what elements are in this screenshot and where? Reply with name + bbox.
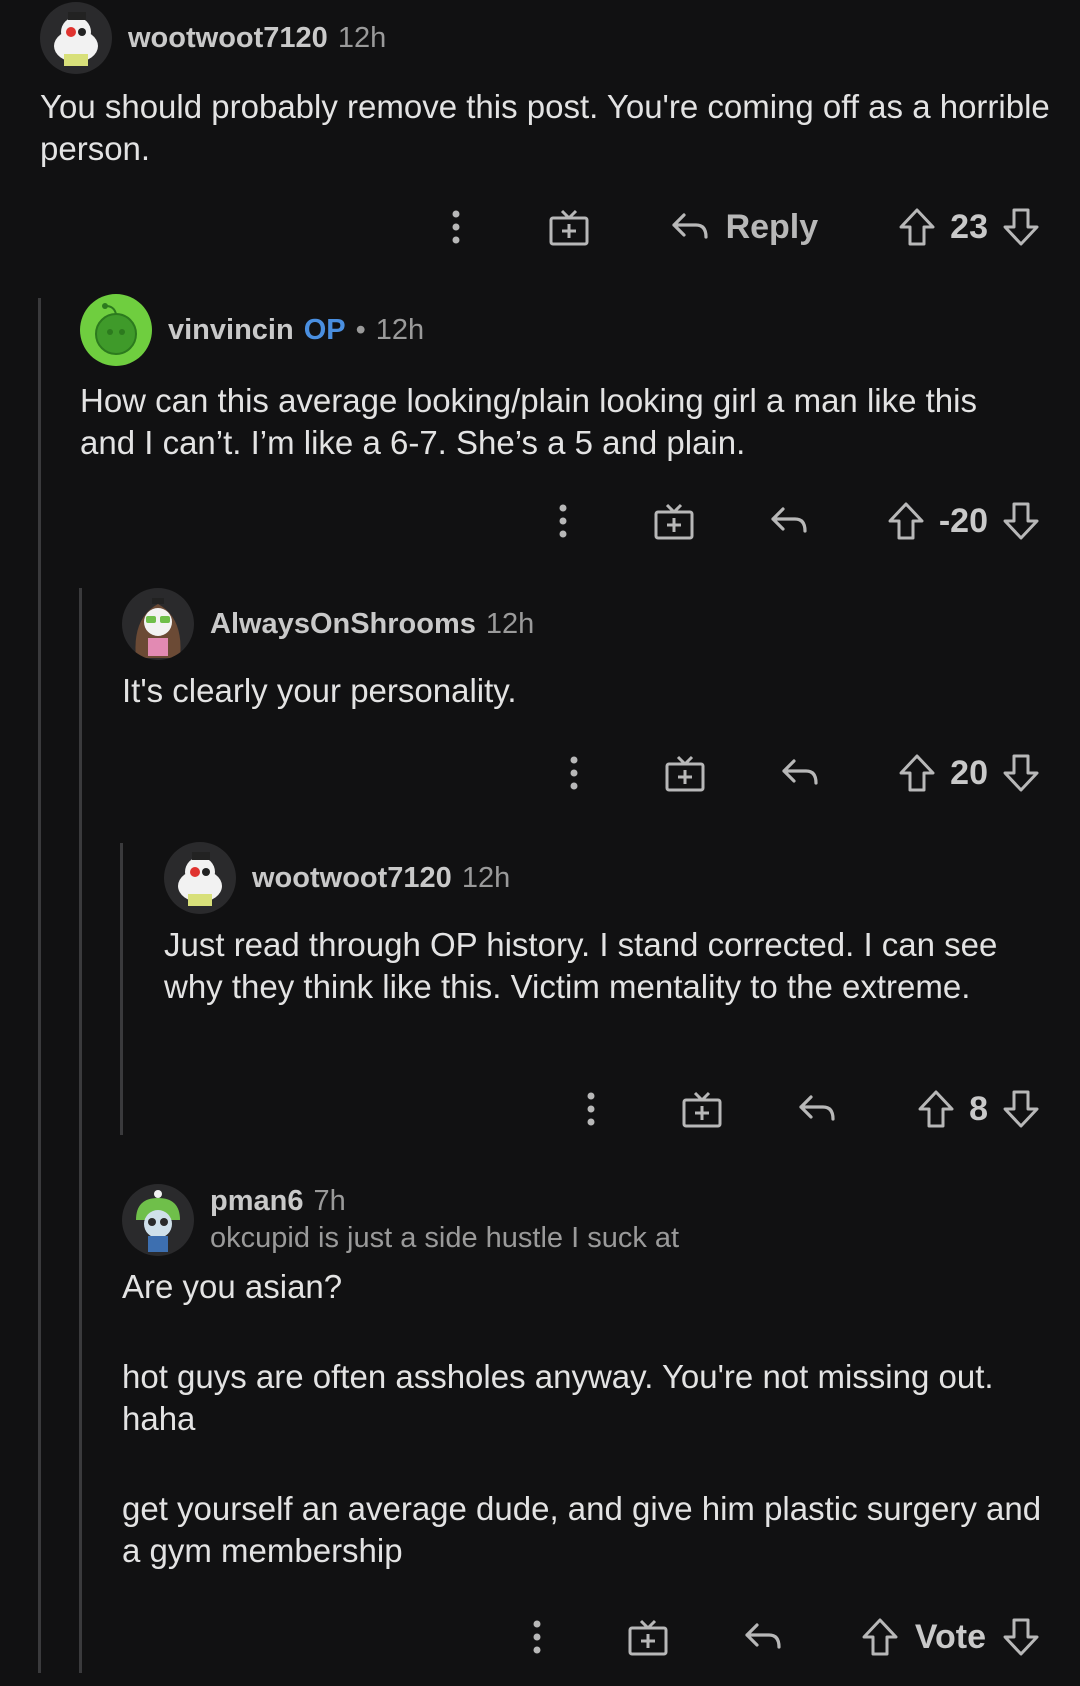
more-options-icon[interactable] xyxy=(553,503,573,539)
downvote-arrow-icon xyxy=(1003,502,1039,540)
upvote-button[interactable] xyxy=(861,1617,899,1657)
comment-actions: Reply 23 xyxy=(446,202,1040,252)
upvote-button[interactable] xyxy=(898,753,936,793)
upvote-arrow-icon xyxy=(899,208,935,246)
comment-body: How can this average looking/plain looki… xyxy=(80,380,1040,464)
reply-arrow-icon[interactable] xyxy=(743,1621,783,1653)
downvote-arrow-icon xyxy=(1003,754,1039,792)
reply-arrow-icon xyxy=(671,213,708,239)
username[interactable]: AlwaysOnShrooms xyxy=(210,608,476,641)
comment-paragraph: hot guys are often assholes anyway. You'… xyxy=(122,1358,994,1437)
upvote-arrow-icon xyxy=(888,502,924,540)
comment-wootwoot7120-reply: wootwoot7120 12h Just read through OP hi… xyxy=(164,842,1044,1008)
user-avatar[interactable] xyxy=(122,588,194,660)
award-gift-icon[interactable] xyxy=(627,1618,669,1656)
vote-score: -20 xyxy=(938,501,988,540)
award-gift-icon[interactable] xyxy=(653,502,695,540)
comment-paragraph: You should probably remove this post. Yo… xyxy=(40,88,1050,167)
reply-button[interactable]: Reply xyxy=(670,207,819,247)
reply-arrow-icon[interactable] xyxy=(769,505,809,537)
username[interactable]: vinvincin xyxy=(168,314,294,347)
reply-arrow-icon[interactable] xyxy=(780,757,820,789)
upvote-arrow-icon xyxy=(899,754,935,792)
downvote-button[interactable] xyxy=(1002,1617,1040,1657)
downvote-arrow-icon xyxy=(1003,208,1039,246)
timestamp: 12h xyxy=(485,607,535,640)
vote-score: 20 xyxy=(950,753,988,792)
comment-paragraph: Just read through OP history. I stand co… xyxy=(164,926,998,1005)
downvote-arrow-icon xyxy=(1003,1090,1039,1128)
comment-actions: -20 xyxy=(553,496,1040,546)
user-avatar[interactable] xyxy=(122,1184,194,1256)
username[interactable]: wootwoot7120 xyxy=(128,22,328,55)
thread-line-level3[interactable] xyxy=(120,843,123,1135)
more-options-icon[interactable] xyxy=(581,1091,601,1127)
thread-line-level2[interactable] xyxy=(79,588,82,1673)
timestamp: 12h xyxy=(461,861,511,894)
reply-arrow-icon[interactable] xyxy=(797,1093,837,1125)
downvote-arrow-icon xyxy=(1003,1618,1039,1656)
user-avatar[interactable] xyxy=(40,2,112,74)
timestamp: 12h xyxy=(375,313,425,346)
user-flair: okcupid is just a side hustle I suck at xyxy=(210,1222,680,1254)
upvote-button[interactable] xyxy=(898,207,936,247)
reply-label: Reply xyxy=(725,207,819,246)
comment-pman6: pman6 7h okcupid is just a side hustle I… xyxy=(122,1184,1062,1572)
award-gift-icon[interactable] xyxy=(664,754,706,792)
user-avatar[interactable] xyxy=(164,842,236,914)
comment-paragraph: get yourself an average dude, and give h… xyxy=(122,1490,1042,1569)
comment-actions: 8 xyxy=(581,1084,1040,1134)
upvote-button[interactable] xyxy=(917,1089,955,1129)
vote-score: 8 xyxy=(969,1089,988,1128)
downvote-button[interactable] xyxy=(1002,1089,1040,1129)
downvote-button[interactable] xyxy=(1002,753,1040,793)
downvote-button[interactable] xyxy=(1002,207,1040,247)
comment-paragraph: How can this average looking/plain looki… xyxy=(80,382,977,461)
comment-actions: 20 xyxy=(564,748,1040,798)
award-gift-icon[interactable] xyxy=(681,1090,723,1128)
more-options-icon[interactable] xyxy=(564,755,584,791)
more-options-icon[interactable] xyxy=(446,209,466,245)
comment-body: Just read through OP history. I stand co… xyxy=(164,924,1044,1008)
comment-body: Are you asian? hot guys are often asshol… xyxy=(122,1266,1062,1572)
comment-paragraph: Are you asian? xyxy=(122,1268,343,1305)
op-badge: OP xyxy=(303,313,346,346)
comment-body: You should probably remove this post. Yo… xyxy=(40,86,1050,170)
comment-thread: wootwoot7120 12h You should probably rem… xyxy=(0,0,1080,1686)
comment-wootwoot7120-top: wootwoot7120 12h You should probably rem… xyxy=(40,0,1050,170)
award-gift-icon[interactable] xyxy=(548,208,590,246)
vote-score: 23 xyxy=(950,207,988,246)
comment-actions: Vote xyxy=(527,1612,1040,1662)
comment-body: It's clearly your personality. xyxy=(122,670,1042,712)
comment-vinvincin: vinvincin OP • 12h How can this average … xyxy=(80,294,1040,464)
username[interactable]: pman6 xyxy=(210,1185,303,1218)
upvote-arrow-icon xyxy=(862,1618,898,1656)
downvote-button[interactable] xyxy=(1002,501,1040,541)
thread-line-level1[interactable] xyxy=(38,298,41,1673)
comment-alwaysonshrooms: AlwaysOnShrooms 12h It's clearly your pe… xyxy=(122,588,1042,712)
comment-paragraph: It's clearly your personality. xyxy=(122,672,517,709)
username[interactable]: wootwoot7120 xyxy=(252,862,452,895)
upvote-button[interactable] xyxy=(887,501,925,541)
vote-label: Vote xyxy=(914,1617,986,1656)
timestamp: 7h xyxy=(313,1185,346,1217)
separator-dot: • xyxy=(355,313,366,346)
timestamp: 12h xyxy=(337,21,387,54)
upvote-arrow-icon xyxy=(918,1090,954,1128)
user-avatar[interactable] xyxy=(80,294,152,366)
more-options-icon[interactable] xyxy=(527,1619,547,1655)
